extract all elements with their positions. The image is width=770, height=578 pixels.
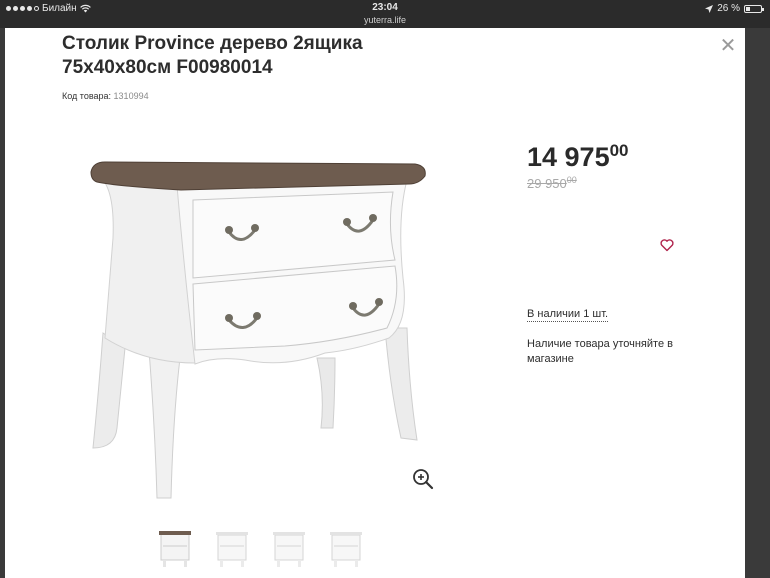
- status-time: 23:04: [372, 2, 398, 13]
- product-code-value: 1310994: [113, 91, 149, 101]
- zoom-in-icon[interactable]: [412, 468, 434, 490]
- product-code-label: Код товара:: [62, 91, 112, 101]
- product-title: Столик Province дерево 2ящика 75х40х80см…: [62, 33, 363, 78]
- thumbnail-1[interactable]: [155, 526, 195, 568]
- current-price-cents: 00: [609, 141, 629, 160]
- thumbnail-3[interactable]: [269, 526, 309, 568]
- location-arrow-icon: [705, 4, 714, 13]
- background-right: [745, 28, 770, 578]
- status-bar: Билайн 23:04 yuterra.life 26 %: [0, 0, 770, 28]
- battery-percent: 26 %: [717, 3, 740, 14]
- thumbnail-strip: [155, 526, 366, 568]
- old-price: 29 95000: [527, 175, 577, 193]
- product-code: Код товара: 1310994: [62, 91, 149, 101]
- old-price-cents: 00: [566, 175, 577, 185]
- product-modal: ✕ Столик Province дерево 2ящика 75х40х80…: [5, 28, 745, 578]
- current-price: 14 97500: [527, 141, 629, 173]
- availability-note: Наличие товара уточняйте в магазине: [527, 338, 673, 365]
- old-price-value: 29 950: [527, 176, 567, 191]
- product-image[interactable]: [85, 128, 435, 508]
- thumbnail-2[interactable]: [212, 526, 252, 568]
- heart-icon[interactable]: [660, 238, 674, 252]
- current-price-value: 14 975: [527, 142, 610, 172]
- stock-availability-link[interactable]: В наличии 1 шт.: [527, 308, 609, 322]
- battery-fill: [746, 6, 750, 11]
- close-icon[interactable]: ✕: [719, 35, 737, 55]
- thumbnail-4[interactable]: [326, 526, 366, 568]
- address-url[interactable]: yuterra.life: [0, 15, 770, 25]
- battery-icon: [744, 4, 764, 13]
- status-right: 26 %: [705, 3, 764, 14]
